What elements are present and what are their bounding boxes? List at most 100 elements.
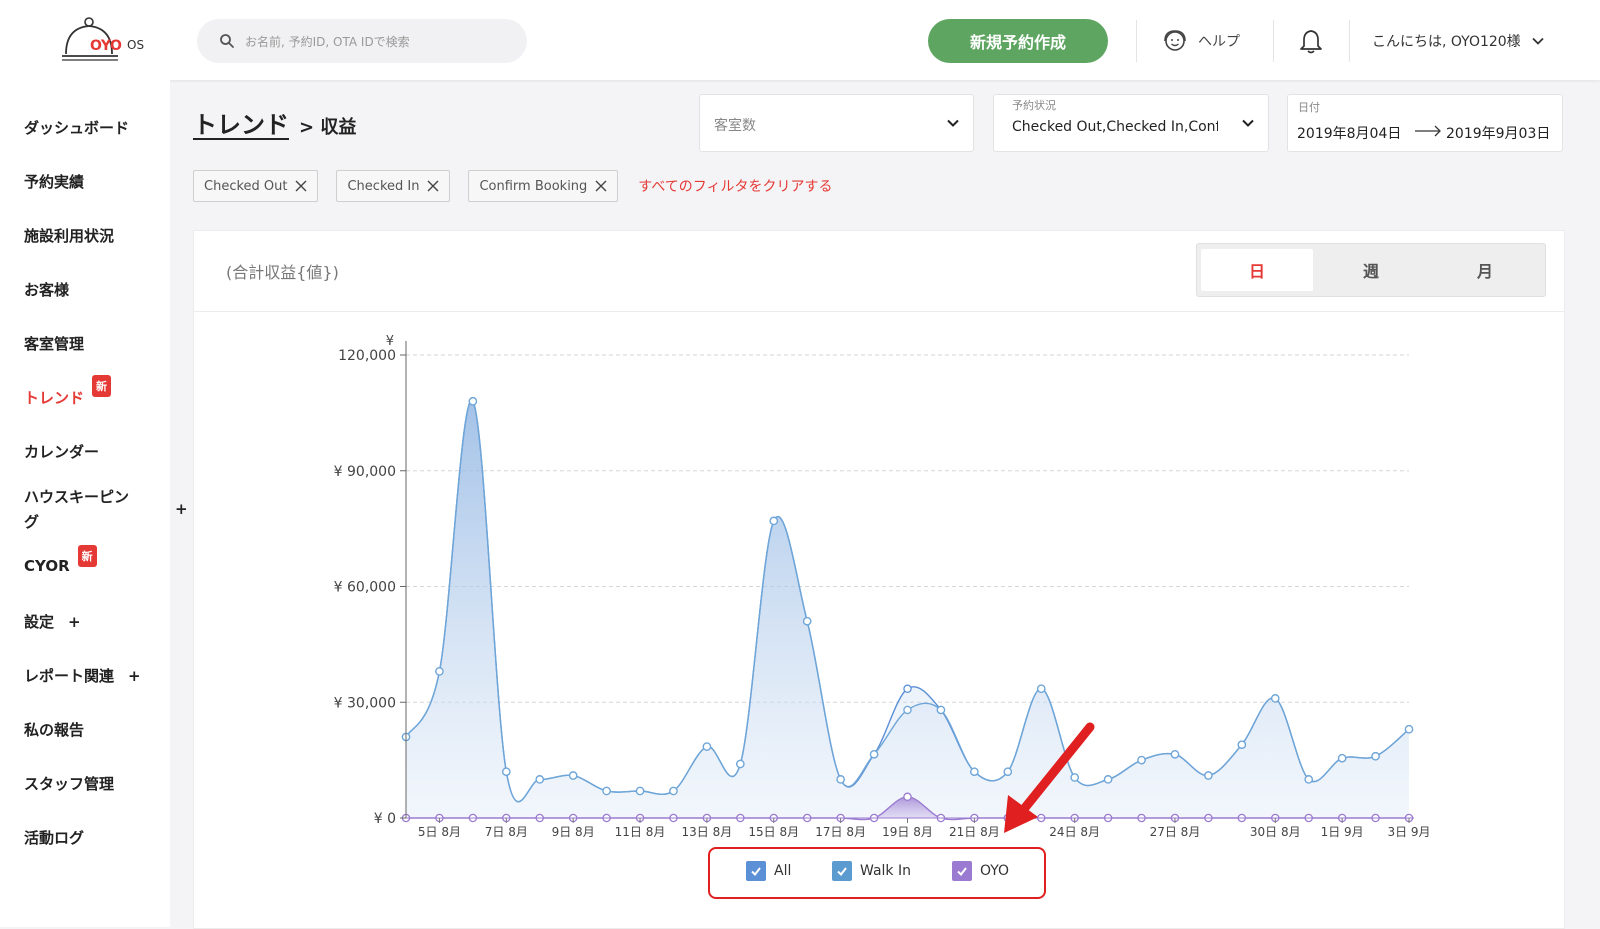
- x-tick-label: 1日 9月: [1321, 825, 1364, 839]
- notification-bell-icon[interactable]: [1297, 27, 1325, 55]
- series-area-walk-in: [406, 400, 1409, 818]
- x-tick-label: 13日 8月: [682, 825, 733, 839]
- legend-item-all[interactable]: All: [746, 861, 791, 881]
- sidebar-item-housekeeping[interactable]: ハウスキーピン グ +: [24, 486, 188, 532]
- sidebar-item-bookings[interactable]: 予約実績: [24, 171, 84, 192]
- date-from[interactable]: 2019年8月04日: [1297, 123, 1401, 143]
- checkbox-checked-icon[interactable]: [746, 861, 766, 881]
- data-point[interactable]: [1304, 775, 1313, 784]
- data-point[interactable]: [1371, 752, 1380, 761]
- data-point[interactable]: [568, 771, 578, 780]
- data-point[interactable]: [903, 792, 912, 802]
- legend-label: Walk In: [860, 863, 911, 879]
- data-point[interactable]: [836, 775, 845, 784]
- data-point[interactable]: [936, 705, 946, 715]
- close-icon[interactable]: [295, 180, 307, 192]
- sidebar-item-trends[interactable]: トレンド新: [24, 375, 112, 409]
- search-icon: [220, 34, 234, 48]
- new-booking-button[interactable]: 新規予約作成: [928, 19, 1108, 63]
- oyo-logo[interactable]: OYO OS: [60, 16, 160, 66]
- data-point[interactable]: [535, 775, 544, 784]
- greeting-text: こんにちは, OYO120様: [1372, 34, 1521, 50]
- room-count-select[interactable]: 客室数: [699, 94, 974, 152]
- expand-plus-icon[interactable]: +: [68, 613, 81, 631]
- sidebar-item-reports[interactable]: レポート関連 +: [24, 665, 141, 686]
- expand-plus-icon[interactable]: +: [128, 667, 141, 685]
- legend-item-walk-in[interactable]: Walk In: [832, 861, 911, 881]
- data-point[interactable]: [802, 616, 812, 626]
- legend-label: OYO: [980, 863, 1010, 879]
- sidebar-item-guests[interactable]: お客様: [24, 279, 69, 300]
- revenue-chart-card: (合計収益{値}) 日 週 月 ¥ 0 ¥ 30,000 ¥ 60,000 ¥ 90,…: [193, 230, 1565, 929]
- date-to[interactable]: 2019年9月03日: [1446, 123, 1550, 143]
- y-tick-label: ¥ 30,000: [334, 695, 396, 711]
- help-link[interactable]: ヘルプ: [1162, 28, 1240, 54]
- data-point[interactable]: [1404, 725, 1414, 734]
- booking-status-select[interactable]: 予約状況 Checked Out,Checked In,Confirm Book…: [993, 94, 1269, 152]
- search-input[interactable]: [243, 29, 507, 55]
- tab-week[interactable]: 週: [1315, 249, 1427, 291]
- y-tick-label: ¥ 60,000: [334, 580, 396, 596]
- data-point[interactable]: [1170, 750, 1180, 759]
- sidebar-item-my-reports[interactable]: 私の報告: [24, 719, 84, 740]
- x-tick-label: 3日 9月: [1387, 825, 1430, 839]
- data-point[interactable]: [970, 767, 979, 776]
- sidebar-item-occupancy[interactable]: 施設利用状況: [24, 225, 114, 246]
- sidebar-item-settings[interactable]: 設定 +: [24, 611, 81, 632]
- data-point[interactable]: [468, 397, 478, 406]
- arrow-right-icon: [1415, 125, 1441, 137]
- room-count-placeholder: 客室数: [714, 118, 756, 134]
- breadcrumb-current: > 収益: [299, 113, 356, 139]
- sidebar-item-cyor[interactable]: CYOR 新: [24, 545, 97, 579]
- x-tick-label: 15日 8月: [748, 825, 799, 839]
- sidebar-item-calendar[interactable]: カレンダー: [24, 441, 99, 462]
- date-range-picker[interactable]: 日付 2019年8月04日 2019年9月03日: [1287, 94, 1563, 152]
- data-point[interactable]: [1036, 684, 1046, 693]
- data-point[interactable]: [903, 684, 912, 693]
- data-point[interactable]: [502, 767, 511, 776]
- header-divider: [1136, 20, 1137, 62]
- data-point[interactable]: [769, 516, 779, 526]
- data-point[interactable]: [435, 667, 444, 676]
- checkbox-checked-icon[interactable]: [832, 861, 852, 881]
- data-point[interactable]: [736, 759, 745, 769]
- grid-lines: [406, 354, 1409, 703]
- close-icon[interactable]: [595, 180, 607, 192]
- breadcrumb-trends-link[interactable]: トレンド: [193, 105, 289, 140]
- data-point[interactable]: [602, 786, 611, 796]
- filter-chip: Checked Out: [193, 170, 319, 202]
- sidebar-item-rooms[interactable]: 客室管理: [24, 333, 84, 354]
- legend-item-oyo[interactable]: OYO: [952, 861, 1009, 881]
- data-point[interactable]: [869, 750, 879, 759]
- tab-month[interactable]: 月: [1429, 249, 1541, 291]
- tab-day[interactable]: 日: [1201, 249, 1313, 291]
- data-point[interactable]: [1137, 755, 1146, 765]
- sidebar-item-label: 設定: [24, 613, 55, 631]
- data-point[interactable]: [669, 786, 678, 796]
- data-point[interactable]: [1103, 775, 1113, 784]
- user-menu[interactable]: こんにちは, OYO120様: [1372, 31, 1545, 51]
- revenue-area-chart: ¥ 0 ¥ 30,000 ¥ 60,000 ¥ 90,000 120,000¥5日 8月…: [334, 334, 1431, 839]
- header-divider: [1273, 20, 1274, 62]
- sidebar-item-staff[interactable]: スタッフ管理: [24, 773, 114, 794]
- data-point[interactable]: [702, 742, 712, 751]
- data-point[interactable]: [1237, 740, 1247, 749]
- help-label: ヘルプ: [1198, 34, 1240, 50]
- data-point[interactable]: [1271, 694, 1280, 703]
- chip-label: Checked Out: [204, 178, 288, 194]
- x-tick-label: 27日 8月: [1150, 825, 1201, 839]
- clear-all-filters-link[interactable]: すべてのフィルタをクリアする: [638, 176, 832, 196]
- data-point[interactable]: [1204, 771, 1213, 780]
- y-tick-label: ¥ 0: [374, 811, 396, 827]
- sidebar-item-dashboard[interactable]: ダッシュボード: [24, 117, 129, 138]
- checkbox-checked-icon[interactable]: [952, 861, 972, 881]
- data-point[interactable]: [1337, 753, 1347, 763]
- data-point[interactable]: [903, 705, 912, 715]
- close-icon[interactable]: [427, 180, 439, 192]
- breadcrumb-current-label: 収益: [320, 117, 357, 138]
- search-bar[interactable]: [197, 19, 527, 63]
- expand-plus-icon[interactable]: +: [175, 500, 188, 518]
- x-tick-label: 9日 8月: [552, 825, 595, 839]
- data-point[interactable]: [635, 786, 645, 796]
- sidebar-item-activity-log[interactable]: 活動ログ: [24, 827, 84, 848]
